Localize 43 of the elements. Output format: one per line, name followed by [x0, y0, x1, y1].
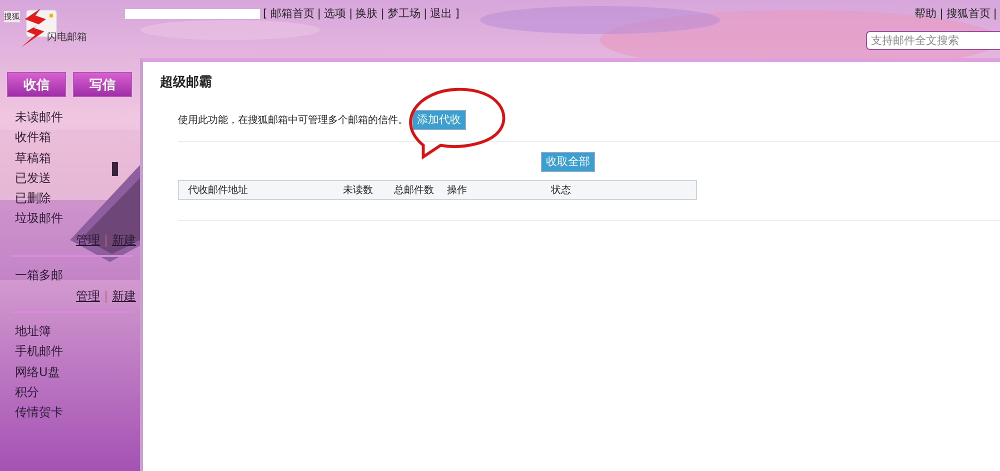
separator-text: |: [993, 6, 997, 22]
mail-button[interactable]: 写信: [73, 72, 132, 97]
bracket-text: [: [263, 6, 268, 22]
logo-brand-text: 搜狐: [4, 11, 20, 22]
separator-text: |: [317, 6, 322, 22]
separator-text: |: [104, 288, 108, 306]
separator-text: |: [423, 6, 428, 22]
separator-text: |: [104, 232, 108, 249]
column-header: 操作: [447, 184, 468, 197]
nav-link[interactable]: 选项: [324, 6, 346, 22]
sidebar-item[interactable]: 收件箱: [15, 127, 51, 148]
sidebar-item[interactable]: 未读邮件: [15, 107, 63, 128]
page-title: 超级邮霸: [160, 74, 213, 92]
nav-link[interactable]: 梦工场: [387, 6, 420, 22]
mail-button[interactable]: 收信: [7, 72, 66, 97]
sidebar-item[interactable]: 积分: [15, 382, 39, 402]
sidebar-item[interactable]: 网络U盘: [15, 362, 60, 382]
logo-product-text: 闪电邮箱: [47, 30, 87, 44]
column-header: 总邮件数: [394, 184, 435, 197]
sidebar-link[interactable]: 管理: [76, 287, 100, 306]
sidebar-item[interactable]: 传情贺卡: [15, 402, 63, 423]
separator-text: |: [380, 6, 384, 22]
sidebar-item[interactable]: 已删除: [15, 188, 51, 208]
nav-link[interactable]: 换肤: [356, 6, 378, 22]
description-text: 使用此功能，在搜狐邮箱中可管理多个邮箱的信件。: [178, 114, 408, 127]
separator-text: |: [940, 6, 944, 22]
sidebar-item[interactable]: 手机邮件: [15, 341, 63, 362]
header-link[interactable]: 搜狐首页: [946, 6, 990, 22]
sidebar-item[interactable]: 已发送: [15, 168, 51, 188]
sidebar-item[interactable]: 一箱多邮: [15, 264, 63, 286]
column-header: 未读数: [343, 184, 374, 197]
column-header: 代收邮件地址: [188, 184, 249, 197]
nav-link[interactable]: 邮箱首页: [270, 6, 314, 22]
nav-link[interactable]: 退出: [430, 6, 452, 22]
header-link[interactable]: 帮助: [914, 6, 937, 22]
separator-text: |: [349, 6, 353, 22]
sidebar-item[interactable]: 地址簿: [15, 321, 51, 342]
bracket-text: ]: [455, 6, 460, 22]
column-header: 状态: [551, 184, 572, 197]
sidebar-link[interactable]: 新建: [112, 287, 136, 306]
sidebar-item[interactable]: 垃圾邮件: [15, 208, 63, 229]
sidebar-item[interactable]: 草稿箱: [15, 148, 51, 168]
search-field[interactable]: 支持邮件全文搜索: [866, 31, 1000, 50]
